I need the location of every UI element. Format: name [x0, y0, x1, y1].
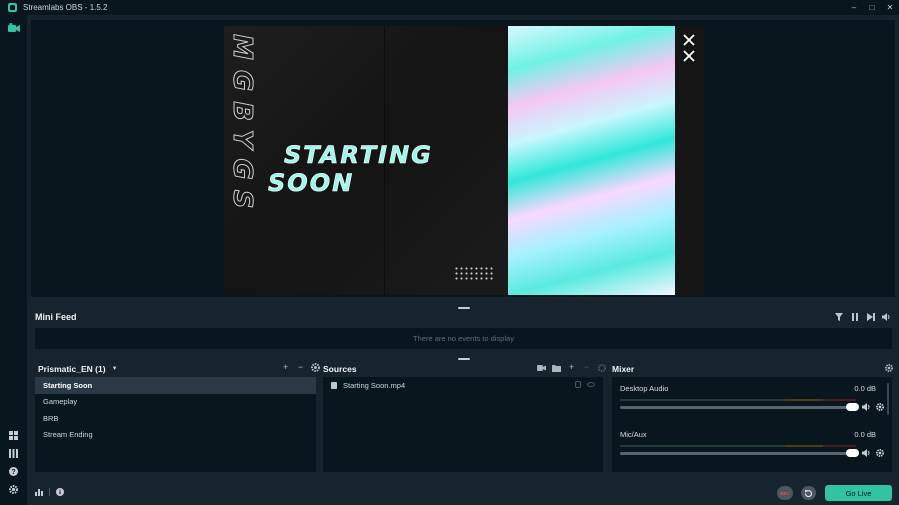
footer-bar [27, 480, 899, 505]
mixer-toolbar [884, 363, 893, 372]
scene-item-brb[interactable]: BRB [35, 410, 316, 427]
scene-collection-selector[interactable]: Prismatic_EN (1) ▼ [38, 364, 118, 374]
mini-feed-controls [834, 312, 891, 321]
record-button[interactable]: REC [777, 486, 793, 500]
overlay-dot-grid [454, 266, 494, 282]
mini-feed-title: Mini Feed [35, 312, 77, 322]
mixer-channel-level: 0.0 dB [854, 430, 876, 439]
settings-icon[interactable] [7, 483, 20, 496]
go-live-button[interactable]: Go Live [825, 485, 892, 501]
visibility-eye-icon[interactable] [587, 382, 595, 387]
source-settings-icon[interactable] [597, 363, 606, 372]
footer-divider [49, 488, 50, 496]
scene-item-starting-soon[interactable]: Starting Soon [35, 377, 316, 394]
gear-icon[interactable] [876, 403, 885, 412]
source-item[interactable]: Starting Soon.mp4 [323, 377, 603, 393]
preview-resize-handle[interactable] [458, 307, 470, 309]
layout-editor-icon[interactable] [7, 429, 20, 442]
sources-title: Sources [323, 364, 357, 374]
svg-text:?: ? [11, 469, 15, 476]
mixer-channel-name: Mic/Aux [620, 430, 647, 439]
volume-icon[interactable] [862, 403, 871, 412]
overlay-title-line2: SOON [268, 169, 354, 197]
studio-mode-icon[interactable] [7, 447, 20, 460]
minimize-button[interactable]: – [845, 0, 863, 15]
scenes-panel: Starting Soon Gameplay BRB Stream Ending [35, 377, 316, 472]
scene-item-stream-ending[interactable]: Stream Ending [35, 427, 316, 444]
volume-slider[interactable] [620, 406, 856, 409]
volume-icon[interactable] [862, 449, 871, 458]
volume-icon[interactable] [882, 312, 891, 321]
lock-icon[interactable] [575, 381, 581, 388]
gear-icon[interactable] [876, 449, 885, 458]
add-scene-button[interactable]: + [281, 363, 290, 372]
streamlabs-logo-icon [8, 3, 17, 12]
title-bar: Streamlabs OBS - 1.5.2 – □ ✕ [0, 0, 899, 15]
window-title: Streamlabs OBS - 1.5.2 [23, 3, 108, 12]
add-source-button[interactable]: + [567, 363, 576, 372]
mixer-title: Mixer [612, 364, 635, 374]
overlay-x-mark-icon [683, 34, 695, 46]
sources-panel: Starting Soon.mp4 [323, 377, 603, 472]
overlay-holographic-panel [508, 26, 675, 295]
remove-scene-button[interactable]: − [296, 363, 305, 372]
mini-feed-list: There are no events to display [35, 328, 892, 349]
source-selector-icon[interactable] [537, 363, 546, 372]
record-label: REC [780, 490, 790, 496]
scene-collection-name: Prismatic_EN (1) [38, 364, 106, 374]
filter-icon[interactable] [834, 312, 843, 321]
volume-slider-handle[interactable] [846, 449, 859, 457]
overlay-x-mark-icon [683, 50, 695, 62]
mixer-scrollbar[interactable] [887, 383, 889, 415]
mixer-channel-name: Desktop Audio [620, 384, 669, 393]
mixer-panel: Desktop Audio 0.0 dB Mic/Aux 0.0 dB [612, 377, 892, 472]
volume-slider-handle[interactable] [846, 403, 859, 411]
overlay-side-label: MGBYGS [227, 34, 256, 219]
maximize-button[interactable]: □ [863, 0, 881, 15]
feed-resize-handle[interactable] [458, 358, 470, 360]
volume-meter [620, 399, 856, 401]
info-icon[interactable] [56, 488, 64, 496]
scene-item-gameplay[interactable]: Gameplay [35, 394, 316, 411]
overlay-title-line1: STARTING [284, 141, 433, 169]
volume-slider[interactable] [620, 452, 856, 455]
replay-buffer-button[interactable] [801, 486, 816, 500]
mixer-settings-icon[interactable] [884, 363, 893, 372]
scene-settings-icon[interactable] [311, 363, 320, 372]
mini-feed-empty-message: There are no events to display [413, 334, 514, 343]
chevron-down-icon: ▼ [111, 366, 118, 372]
close-button[interactable]: ✕ [881, 0, 899, 15]
overlay-right-strip [675, 26, 703, 295]
window-controls: – □ ✕ [845, 0, 899, 15]
source-item-label: Starting Soon.mp4 [343, 380, 406, 390]
mixer-channel-level: 0.0 dB [854, 384, 876, 393]
skip-icon[interactable] [866, 312, 875, 321]
overlay-side-text: MGBYGS [227, 34, 257, 220]
studio-camera-icon[interactable] [7, 21, 20, 34]
scene-canvas[interactable]: MGBYGS STARTING SOON [224, 26, 703, 295]
pause-icon[interactable] [850, 312, 859, 321]
remove-source-button[interactable]: − [582, 363, 591, 372]
sources-toolbar: + − [537, 363, 606, 372]
mixer-channel-desktop-audio: Desktop Audio 0.0 dB [620, 384, 884, 420]
file-icon [331, 381, 337, 389]
add-folder-icon[interactable] [552, 363, 561, 372]
scenes-toolbar: + − [281, 363, 320, 372]
sidebar: ? [0, 15, 27, 505]
volume-meter [620, 445, 856, 447]
replay-icon [804, 489, 813, 497]
mixer-channel-mic-aux: Mic/Aux 0.0 dB [620, 430, 884, 466]
performance-stats-icon[interactable] [35, 488, 43, 496]
overlay-title: STARTING SOON [268, 141, 433, 198]
help-icon[interactable]: ? [7, 465, 20, 478]
